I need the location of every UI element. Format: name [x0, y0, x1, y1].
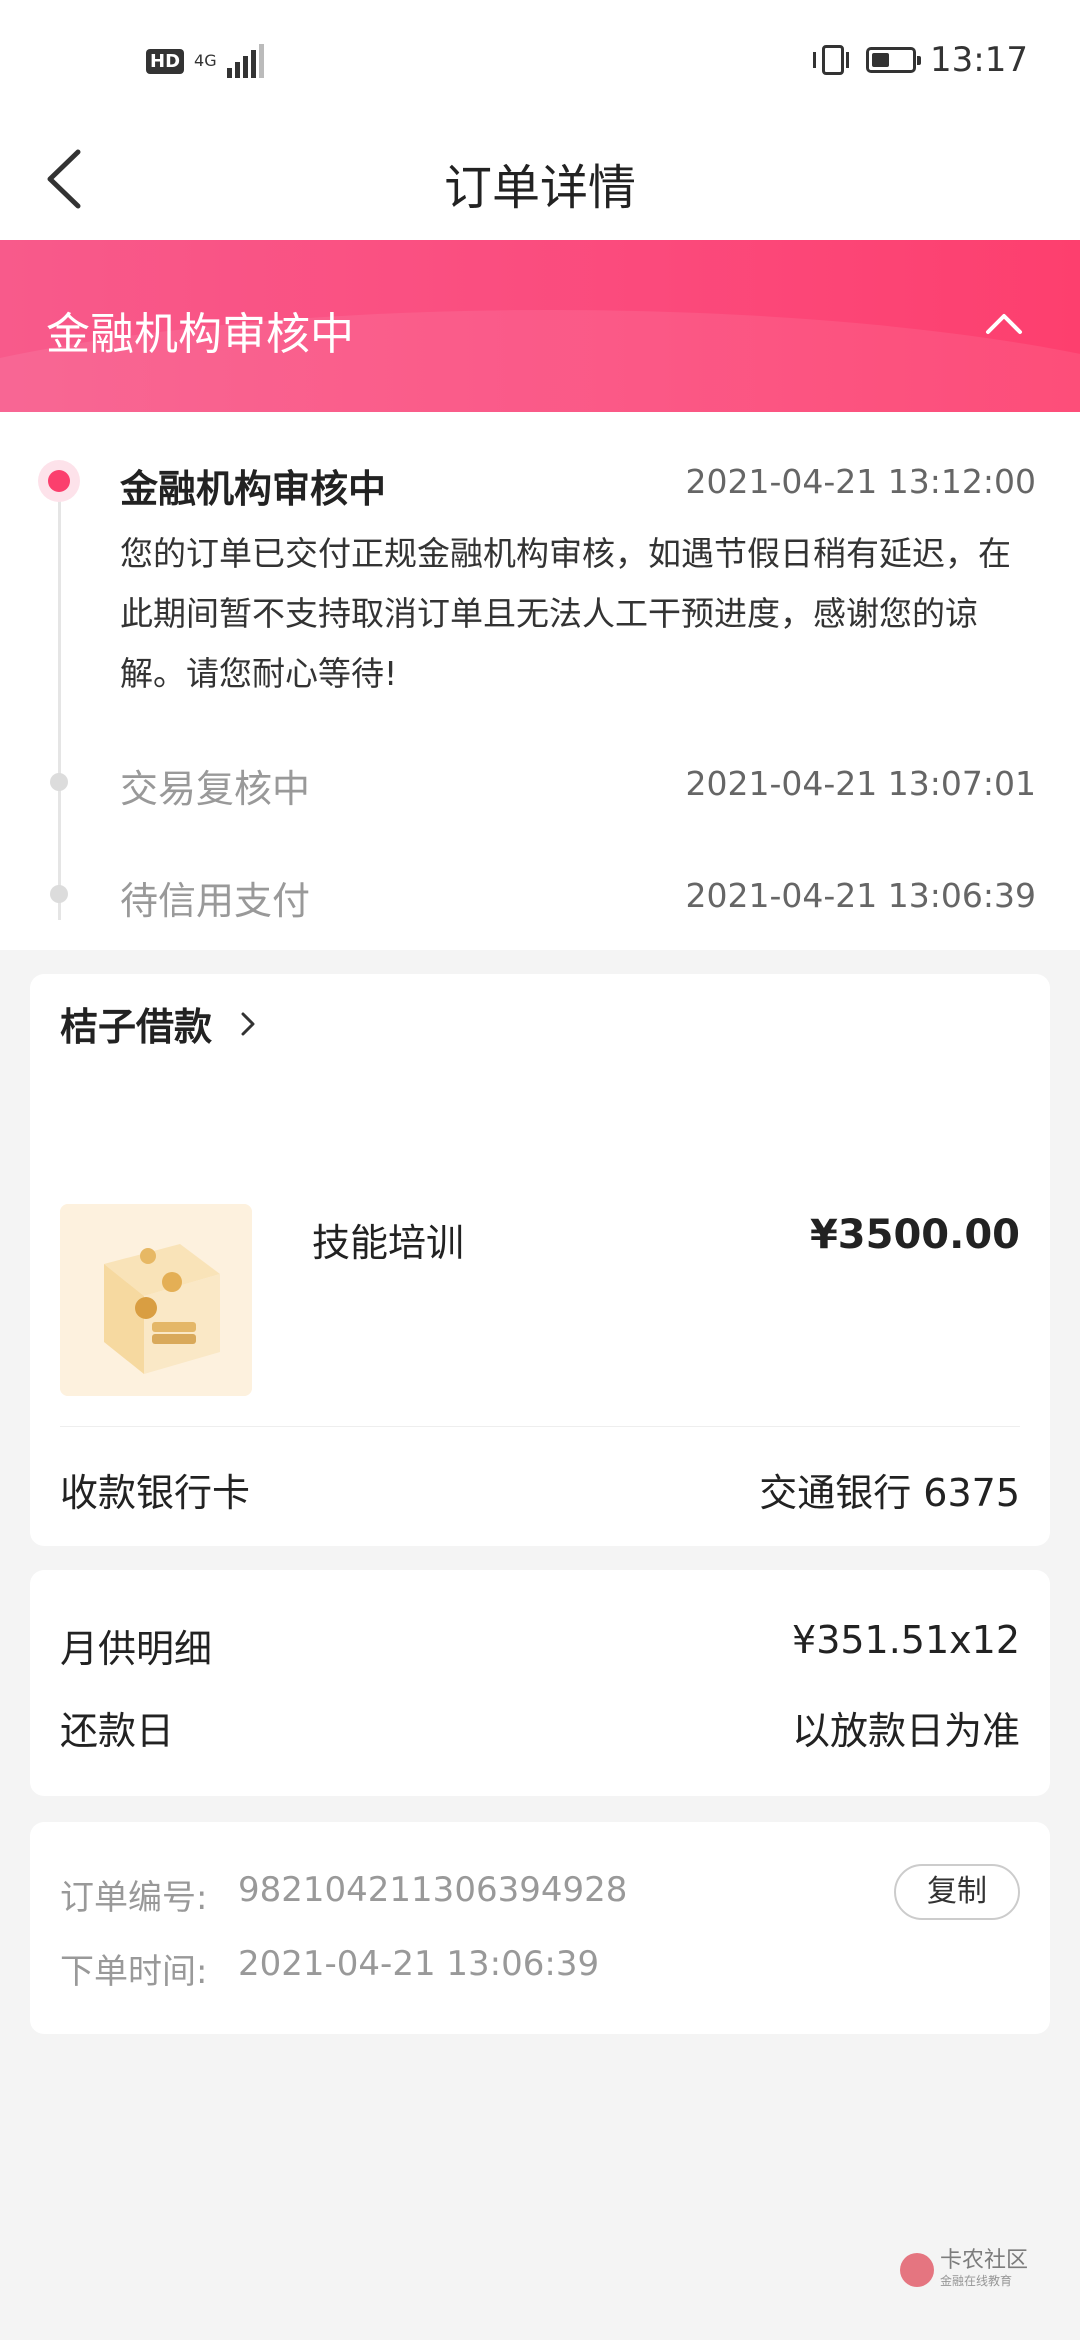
order-timeline: 金融机构审核中 2021-04-21 13:12:00 您的订单已交付正规金融机… — [0, 412, 1080, 950]
divider — [60, 1426, 1020, 1427]
bank-card-label: 收款银行卡 — [60, 1471, 251, 1515]
battery-level — [872, 53, 890, 67]
hd-badge: HD — [146, 48, 185, 74]
order-time-label: 下单时间: — [60, 1952, 208, 1992]
timeline-line — [58, 480, 61, 920]
monthly-payment-label: 月供明细 — [60, 1627, 213, 1671]
timeline-step-time: 2021-04-21 13:12:00 — [685, 462, 1036, 501]
monthly-payment-value: ¥351.51x12 — [792, 1618, 1020, 1662]
product-price: ¥3500.00 — [809, 1212, 1020, 1258]
timeline-step-time: 2021-04-21 13:07:01 — [685, 764, 1036, 803]
timeline-step-description: 您的订单已交付正规金融机构审核，如遇节假日稍有延迟，在此期间暂不支持取消订单且无… — [120, 534, 1011, 693]
order-time-value: 2021-04-21 13:06:39 — [238, 1944, 600, 1984]
repayment-date-value: 以放款日为准 — [791, 1709, 1020, 1753]
status-left: HD 4G — [146, 44, 264, 78]
order-card: 桔子借款 技能培训 ¥3500.00 收款银行卡 交通银行 6375 — [30, 974, 1050, 1546]
timeline-step-title: 待信用支付 — [120, 879, 311, 923]
watermark-logo-icon — [900, 2252, 934, 2287]
watermark-sub: 金融在线教育 — [940, 2274, 1013, 2288]
order-number-label: 订单编号: — [60, 1878, 208, 1918]
order-meta-card: 订单编号: 982104211306394928 复制 下单时间: 2021-0… — [30, 1822, 1050, 2034]
network-type: 4G — [194, 51, 217, 70]
repayment-card: 月供明细 ¥351.51x12 还款日 以放款日为准 — [30, 1570, 1050, 1796]
watermark: 卡农社区 金融在线教育 — [900, 2250, 1028, 2289]
copy-button[interactable]: 复制 — [894, 1864, 1020, 1920]
chevron-right-icon[interactable] — [238, 1010, 258, 1038]
banner-title: 金融机构审核中 — [46, 309, 354, 360]
bank-card-value: 交通银行 6375 — [759, 1471, 1020, 1515]
watermark-name: 卡农社区 — [940, 2248, 1029, 2273]
battery-icon — [866, 47, 922, 73]
signal-icon — [226, 44, 264, 78]
status-right: 13:17 — [813, 40, 1028, 80]
page-title: 订单详情 — [443, 160, 636, 216]
timeline-step-title: 金融机构审核中 — [120, 467, 387, 511]
product-image — [60, 1204, 252, 1396]
order-number-value: 982104211306394928 — [238, 1870, 628, 1910]
vibrate-icon — [813, 45, 850, 75]
clock: 13:17 — [930, 40, 1028, 80]
status-banner[interactable]: 金融机构审核中 — [0, 240, 1080, 412]
timeline-dot — [50, 773, 68, 791]
status-bar: HD 4G 13:17 — [0, 0, 1080, 120]
watermark-text: 卡农社区 金融在线教育 — [940, 2250, 1028, 2289]
timeline-step-time: 2021-04-21 13:06:39 — [685, 876, 1036, 915]
chevron-up-icon[interactable] — [982, 302, 1026, 346]
merchant-link[interactable]: 桔子借款 — [60, 996, 212, 1051]
timeline-dot — [50, 885, 68, 903]
coin-box-icon — [60, 1204, 252, 1396]
nav-bar: 订单详情 — [0, 120, 1080, 240]
timeline-step-title: 交易复核中 — [120, 767, 311, 811]
repayment-date-label: 还款日 — [60, 1709, 175, 1753]
timeline-dot-active — [38, 460, 80, 502]
product-name: 技能培训 — [312, 1221, 465, 1265]
